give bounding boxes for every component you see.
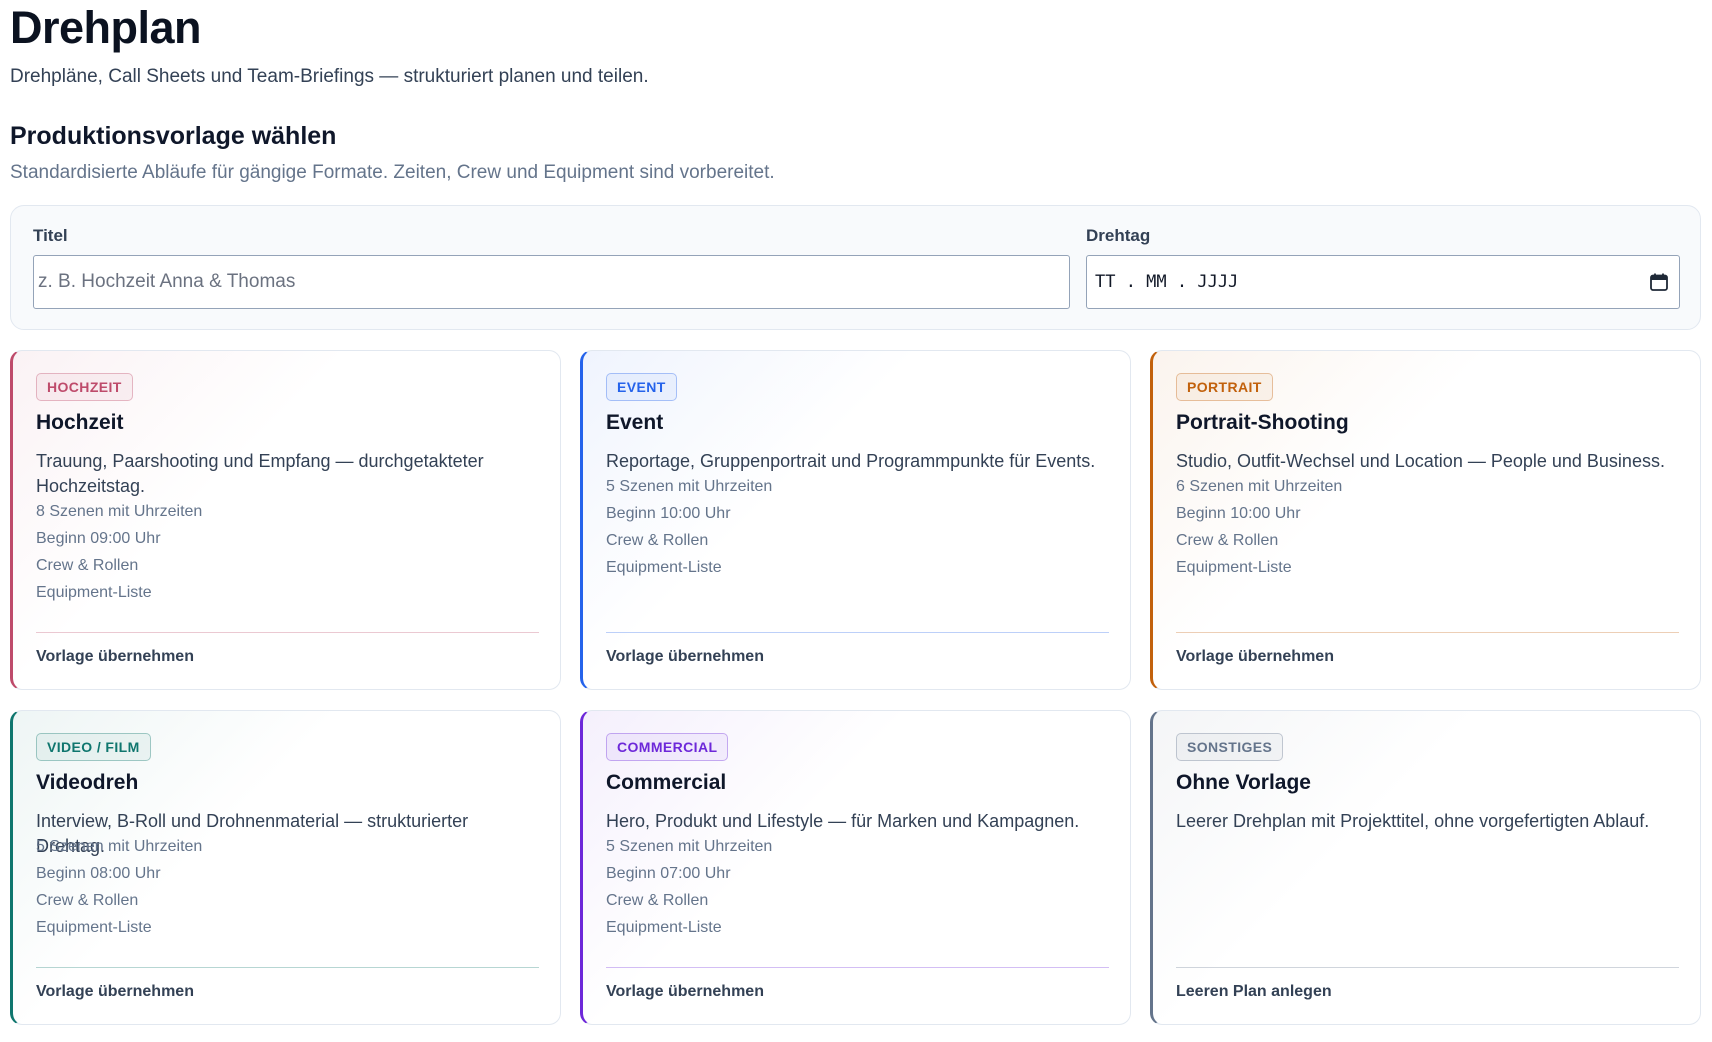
card-divider	[1176, 967, 1679, 968]
template-card[interactable]: COMMERCIAL Commercial Hero, Produkt und Li…	[580, 710, 1131, 1025]
template-feature: Equipment-Liste	[606, 919, 722, 936]
apply-template-button[interactable]: Vorlage übernehmen	[36, 648, 194, 666]
page: Drehplan Drehpläne, Call Sheets und Team…	[0, 0, 1712, 1042]
template-description: Reportage, Gruppenportrait und Programmp…	[606, 451, 1096, 471]
template-feature: Equipment-Liste	[1176, 559, 1292, 576]
template-feature: Beginn 09:00 Uhr	[36, 530, 161, 547]
template-feature: Equipment-Liste	[36, 584, 152, 601]
template-feature: Beginn 10:00 Uhr	[606, 505, 731, 522]
page-title: Drehplan	[10, 2, 202, 53]
template-name: Event	[606, 411, 664, 434]
card-divider	[606, 967, 1109, 968]
template-badge: HOCHZEIT	[36, 373, 133, 401]
card-divider	[36, 967, 539, 968]
template-feature: 8 Szenen mit Uhrzeiten	[36, 503, 203, 520]
template-feature: 5 Szenen mit Uhrzeiten	[36, 838, 203, 855]
template-feature: 5 Szenen mit Uhrzeiten	[606, 838, 773, 855]
template-description: Studio, Outfit-Wechsel und Location — Pe…	[1176, 451, 1665, 471]
apply-template-button[interactable]: Vorlage übernehmen	[36, 983, 194, 1001]
template-feature: Crew & Rollen	[1176, 532, 1279, 549]
template-feature: Beginn 08:00 Uhr	[36, 865, 161, 882]
calendar-icon[interactable]	[1649, 272, 1669, 292]
template-name: Hochzeit	[36, 411, 124, 434]
create-empty-plan-button[interactable]: Leeren Plan anlegen	[1176, 983, 1332, 1001]
apply-template-button[interactable]: Vorlage übernehmen	[606, 648, 764, 666]
template-feature-list: 5 Szenen mit Uhrzeiten Beginn 07:00 Uhr Cr…	[606, 833, 772, 941]
template-feature: Crew & Rollen	[606, 532, 709, 549]
template-card[interactable]: PORTRAIT Portrait-Shooting Studio, Outfit-…	[1150, 350, 1701, 690]
template-feature: Equipment-Liste	[606, 559, 722, 576]
apply-template-button[interactable]: Vorlage übernehmen	[606, 983, 764, 1001]
template-feature: Crew & Rollen	[606, 892, 709, 909]
template-feature-list: 5 Szenen mit Uhrzeiten Beginn 08:00 Uhr Cr…	[36, 833, 202, 941]
template-badge: VIDEO / FILM	[36, 733, 151, 761]
page-subtitle: Drehpläne, Call Sheets und Team-Briefing…	[10, 66, 649, 87]
date-placeholder: TT . MM . JJJJ	[1095, 272, 1239, 292]
template-name: Portrait-Shooting	[1176, 411, 1349, 434]
template-card[interactable]: VIDEO / FILM Videodreh Interview, B-Roll u…	[10, 710, 561, 1025]
template-feature-list: 5 Szenen mit Uhrzeiten Beginn 10:00 Uhr Cr…	[606, 473, 772, 581]
date-input[interactable]: TT . MM . JJJJ	[1086, 255, 1680, 309]
template-name: Ohne Vorlage	[1176, 771, 1311, 794]
section-subtitle: Standardisierte Abläufe für gängige Form…	[10, 162, 775, 183]
card-divider	[36, 632, 539, 633]
template-feature: Beginn 10:00 Uhr	[1176, 505, 1301, 522]
date-label: Drehtag	[1086, 226, 1151, 245]
template-description: Hero, Produkt und Lifestyle — für Marken…	[606, 811, 1080, 831]
template-card[interactable]: HOCHZEIT Hochzeit Trauung, Paarshooting un…	[10, 350, 561, 690]
template-description: Trauung, Paarshooting und Empfang — durc…	[36, 451, 484, 496]
section-title: Produktionsvorlage wählen	[10, 122, 337, 150]
plan-form-panel: Titel Drehtag TT . MM . JJJJ	[10, 205, 1701, 330]
card-divider	[606, 632, 1109, 633]
apply-template-button[interactable]: Vorlage übernehmen	[1176, 648, 1334, 666]
template-name: Videodreh	[36, 771, 139, 794]
template-badge: COMMERCIAL	[606, 733, 729, 761]
template-card[interactable]: EVENT Event Reportage, Gruppenportrait und…	[580, 350, 1131, 690]
template-badge: EVENT	[606, 373, 677, 401]
card-divider	[1176, 632, 1679, 633]
title-label: Titel	[33, 226, 68, 245]
template-feature: Crew & Rollen	[36, 892, 139, 909]
template-badge: PORTRAIT	[1176, 373, 1273, 401]
template-feature: Equipment-Liste	[36, 919, 152, 936]
template-feature: 5 Szenen mit Uhrzeiten	[606, 478, 773, 495]
template-feature-list: 6 Szenen mit Uhrzeiten Beginn 10:00 Uhr Cr…	[1176, 473, 1342, 581]
template-description: Leerer Drehplan mit Projekttitel, ohne v…	[1176, 811, 1650, 831]
template-feature: Crew & Rollen	[36, 557, 139, 574]
title-input[interactable]	[33, 255, 1070, 309]
template-feature-list: 8 Szenen mit Uhrzeiten Beginn 09:00 Uhr Cr…	[36, 498, 202, 606]
template-card[interactable]: SONSTIGES Ohne Vorlage Leerer Drehplan mit…	[1150, 710, 1701, 1025]
template-name: Commercial	[606, 771, 727, 794]
template-badge: SONSTIGES	[1176, 733, 1284, 761]
template-feature: Beginn 07:00 Uhr	[606, 865, 731, 882]
template-feature: 6 Szenen mit Uhrzeiten	[1176, 478, 1343, 495]
